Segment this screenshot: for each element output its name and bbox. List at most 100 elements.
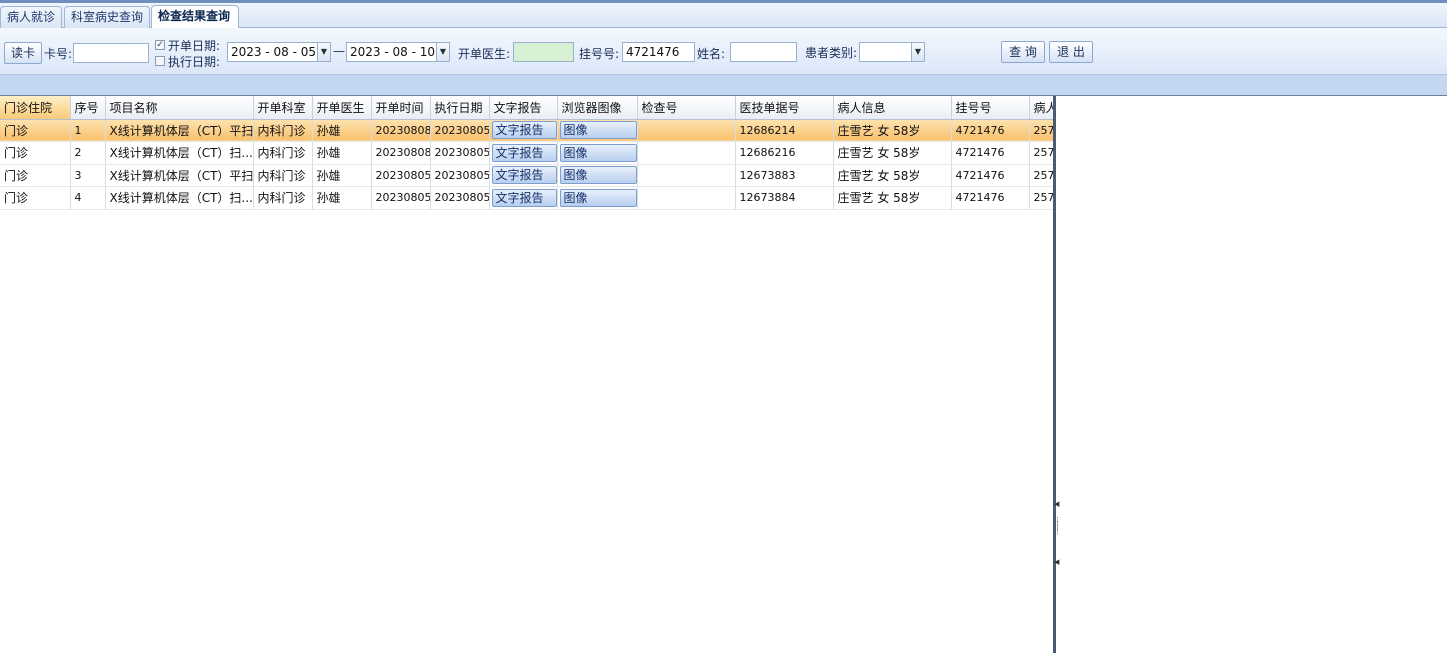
panel-splitter[interactable]: ◀ ⋮ ⋮ ⋮ ⋮ ◀ xyxy=(1053,500,1061,570)
cell-patient-info: 庄雪艺 女 58岁 xyxy=(833,164,952,187)
patient-type-select[interactable]: ▼ xyxy=(859,42,925,62)
col-header-dept[interactable]: 开单科室 xyxy=(253,96,313,120)
cell-doc-no: 12673883 xyxy=(735,164,834,187)
open-date-label: 开单日期: xyxy=(168,39,221,53)
table-row[interactable]: 门诊 4 X线计算机体层（CT）扫... 内科门诊 孙雄 20230805 20… xyxy=(0,186,1053,210)
cell-patient: 2570 xyxy=(1029,119,1053,142)
cell-seq: 3 xyxy=(70,164,106,187)
cell-patient: 2570 xyxy=(1029,186,1053,210)
cell-item-name: X线计算机体层（CT）扫... xyxy=(105,186,254,210)
col-header-patient-info[interactable]: 病人信息 xyxy=(833,96,952,120)
cell-dept: 内科门诊 xyxy=(253,186,313,210)
cell-seq: 4 xyxy=(70,186,106,210)
grid-header-row: 门诊住院 序号 项目名称 开单科室 开单医生 开单时间 执行日期 文字报告 浏览… xyxy=(0,96,1053,120)
table-row[interactable]: 门诊 2 X线计算机体层（CT）扫... 内科门诊 孙雄 20230808 20… xyxy=(0,141,1053,165)
exec-date-checkbox[interactable] xyxy=(155,56,165,66)
cell-exam-no xyxy=(637,186,736,210)
cell-item-name: X线计算机体层（CT）扫... xyxy=(105,141,254,165)
col-header-exam-no[interactable]: 检查号 xyxy=(637,96,736,120)
cell-exec-date: 20230805 xyxy=(430,119,490,142)
cell-exam-no xyxy=(637,141,736,165)
col-header-reg-no[interactable]: 挂号号 xyxy=(951,96,1030,120)
date-to-picker[interactable]: 2023 - 08 - 10 ▼ xyxy=(346,42,450,62)
tab-strip: 病人就诊 科室病史查询 检查结果查询 xyxy=(0,0,1447,29)
cell-reg-no: 4721476 xyxy=(951,164,1030,187)
query-toolbar: 读卡 卡号: ✓ 开单日期: 执行日期: 2023 - 08 - 05 ▼ — … xyxy=(0,28,1447,74)
read-card-button[interactable]: 读卡 xyxy=(4,42,42,64)
cell-doctor: 孙雄 xyxy=(312,119,372,142)
cell-patient-info: 庄雪艺 女 58岁 xyxy=(833,186,952,210)
cell-doc-no: 12686214 xyxy=(735,119,834,142)
chevron-left-icon[interactable]: ◀ xyxy=(1054,558,1059,566)
cell-item-name: X线计算机体层（CT）平扫 xyxy=(105,119,254,142)
date-to-value: 2023 - 08 - 10 xyxy=(350,45,435,59)
reg-input[interactable] xyxy=(622,42,695,62)
image-button[interactable]: 图像 xyxy=(559,143,636,162)
image-button[interactable]: 图像 xyxy=(559,166,636,185)
cell-open-time: 20230808 xyxy=(371,141,431,165)
table-row[interactable]: 门诊 3 X线计算机体层（CT）平扫 内科门诊 孙雄 20230805 2023… xyxy=(0,164,1053,187)
col-header-visit-type[interactable]: 门诊住院 xyxy=(0,96,71,120)
reg-label: 挂号号: xyxy=(579,47,620,61)
col-header-doctor[interactable]: 开单医生 xyxy=(312,96,372,120)
chevron-down-icon[interactable]: ▼ xyxy=(317,43,330,61)
tab-patient-visit[interactable]: 病人就诊 xyxy=(0,6,62,28)
query-button[interactable]: 查 询 xyxy=(1001,41,1045,63)
text-report-button[interactable]: 文字报告 xyxy=(491,143,556,162)
chevron-down-icon[interactable]: ▼ xyxy=(436,43,449,61)
cell-open-time: 20230805 xyxy=(371,164,431,187)
cell-doctor: 孙雄 xyxy=(312,164,372,187)
cell-doc-no: 12673884 xyxy=(735,186,834,210)
doctor-input[interactable] xyxy=(513,42,574,62)
cell-open-time: 20230808 xyxy=(371,119,431,142)
cell-text-report: 文字报告 xyxy=(489,186,558,210)
cell-image: 图像 xyxy=(557,186,638,210)
col-header-text-report[interactable]: 文字报告 xyxy=(489,96,558,120)
image-button[interactable]: 图像 xyxy=(559,188,636,207)
open-date-checkbox[interactable]: ✓ xyxy=(155,40,165,50)
col-header-exec-date[interactable]: 执行日期 xyxy=(430,96,490,120)
cell-reg-no: 4721476 xyxy=(951,186,1030,210)
cell-text-report: 文字报告 xyxy=(489,119,558,142)
cell-item-name: X线计算机体层（CT）平扫 xyxy=(105,164,254,187)
doctor-label: 开单医生: xyxy=(458,47,511,61)
cell-doc-no: 12686216 xyxy=(735,141,834,165)
date-from-picker[interactable]: 2023 - 08 - 05 ▼ xyxy=(227,42,331,62)
chevron-left-icon[interactable]: ◀ xyxy=(1054,500,1059,508)
tab-exam-results[interactable]: 检查结果查询 xyxy=(151,5,239,29)
cell-image: 图像 xyxy=(557,141,638,165)
col-header-item-name[interactable]: 项目名称 xyxy=(105,96,254,120)
chevron-down-icon[interactable]: ▼ xyxy=(911,43,924,61)
tab-dept-history[interactable]: 科室病史查询 xyxy=(64,6,150,28)
image-button[interactable]: 图像 xyxy=(559,121,636,140)
cell-exam-no xyxy=(637,164,736,187)
name-input[interactable] xyxy=(730,42,797,62)
cell-patient-info: 庄雪艺 女 58岁 xyxy=(833,141,952,165)
card-input[interactable] xyxy=(73,43,149,63)
text-report-button[interactable]: 文字报告 xyxy=(491,166,556,185)
col-header-open-time[interactable]: 开单时间 xyxy=(371,96,431,120)
text-report-button[interactable]: 文字报告 xyxy=(491,121,556,140)
col-header-doc-no[interactable]: 医技单据号 xyxy=(735,96,834,120)
name-label: 姓名: xyxy=(697,47,726,61)
cell-seq: 1 xyxy=(70,119,106,142)
cell-reg-no: 4721476 xyxy=(951,119,1030,142)
cell-image: 图像 xyxy=(557,164,638,187)
cell-patient-info: 庄雪艺 女 58岁 xyxy=(833,119,952,142)
grip-dots-icon: ⋮ ⋮ ⋮ ⋮ xyxy=(1054,516,1061,536)
cell-dept: 内科门诊 xyxy=(253,119,313,142)
card-label: 卡号: xyxy=(44,47,73,61)
table-row[interactable]: 门诊 1 X线计算机体层（CT）平扫 内科门诊 孙雄 20230808 2023… xyxy=(0,119,1053,142)
cell-seq: 2 xyxy=(70,141,106,165)
col-header-seq[interactable]: 序号 xyxy=(70,96,106,120)
col-header-patient[interactable]: 病人 xyxy=(1029,96,1053,120)
cell-patient: 2570 xyxy=(1029,164,1053,187)
cell-text-report: 文字报告 xyxy=(489,164,558,187)
cell-open-time: 20230805 xyxy=(371,186,431,210)
cell-patient: 2570 xyxy=(1029,141,1053,165)
col-header-image[interactable]: 浏览器图像 xyxy=(557,96,638,120)
text-report-button[interactable]: 文字报告 xyxy=(491,188,556,207)
cell-doctor: 孙雄 xyxy=(312,141,372,165)
patient-type-label: 患者类别: xyxy=(805,46,858,60)
exit-button[interactable]: 退 出 xyxy=(1049,41,1093,63)
